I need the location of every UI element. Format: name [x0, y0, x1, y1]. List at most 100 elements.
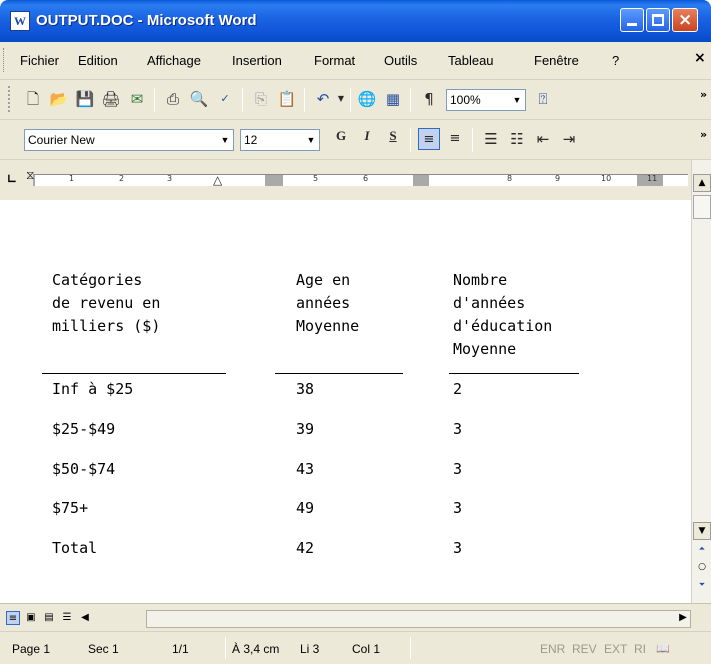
- window-title: OUTPUT.DOC - Microsoft Word: [36, 12, 257, 29]
- row-category: $75+: [52, 499, 89, 517]
- row-age: 42: [296, 539, 315, 557]
- menu-help[interactable]: ?: [612, 53, 619, 68]
- open-icon[interactable]: 📂: [48, 88, 70, 110]
- next-page-icon[interactable]: ⏷: [693, 577, 711, 595]
- print-icon[interactable]: ⎙: [162, 88, 184, 110]
- show-formatting-icon[interactable]: ¶: [418, 88, 440, 110]
- menu-tableau[interactable]: Tableau: [448, 53, 494, 68]
- header-education-line3: d'éducation: [453, 317, 553, 335]
- row-education: 3: [453, 499, 463, 517]
- header-underline: [449, 373, 579, 374]
- minimize-button[interactable]: [620, 8, 644, 32]
- view-scroll-row: ≡ ▣ ▤ ☰ ◀ ▶: [0, 603, 711, 631]
- maximize-icon: [652, 14, 664, 26]
- menu-fenetre[interactable]: Fenêtre: [534, 53, 579, 68]
- menu-format[interactable]: Format: [314, 53, 355, 68]
- standard-toolbar: 🗋 📂 💾 🖨 ✉ ⎙ 🔍 ✓ ⎘ 📋 ↶ ▼ 🌐 ▦ ¶ 100% ▼ ⍰ »: [0, 80, 711, 120]
- spelling-status-icon[interactable]: 📖: [656, 642, 670, 655]
- email-icon[interactable]: ✉: [126, 88, 148, 110]
- close-button[interactable]: ×: [672, 8, 698, 32]
- outline-view-icon[interactable]: ☰: [60, 611, 74, 625]
- web-layout-icon[interactable]: ▣: [24, 611, 38, 625]
- status-bar: Page 1 Sec 1 1/1 À 3,4 cm Li 3 Col 1 ENR…: [0, 631, 711, 664]
- save-icon[interactable]: 💾: [74, 88, 96, 110]
- ruler-number: 10: [601, 174, 612, 183]
- word-app-icon[interactable]: W: [10, 11, 30, 31]
- menu-insertion[interactable]: Insertion: [232, 53, 282, 68]
- previous-page-icon[interactable]: ⏶: [693, 541, 711, 559]
- toolbar-grip[interactable]: [8, 86, 11, 112]
- new-icon[interactable]: 🗋: [22, 88, 44, 110]
- menu-grip[interactable]: [3, 48, 6, 72]
- copy-icon[interactable]: ⎘: [250, 88, 272, 110]
- menu-bar: Fichier Edition Affichage Insertion Form…: [0, 42, 711, 80]
- document-page[interactable]: Catégories de revenu en milliers ($) Age…: [0, 200, 691, 603]
- toolbar-overflow-icon[interactable]: »: [700, 89, 707, 100]
- font-size-select[interactable]: 12 ▼: [240, 129, 320, 151]
- print-layout-icon[interactable]: ▤: [42, 611, 56, 625]
- header-income-line2: de revenu en: [52, 294, 161, 312]
- table-icon[interactable]: ▦: [382, 88, 404, 110]
- increase-indent-icon[interactable]: ⇥: [558, 128, 580, 150]
- menu-outils[interactable]: Outils: [384, 53, 417, 68]
- status-extend-selection[interactable]: EXT: [604, 642, 627, 656]
- decrease-indent-icon[interactable]: ⇤: [532, 128, 554, 150]
- chevron-down-icon[interactable]: ▼: [217, 130, 233, 150]
- scroll-left-icon[interactable]: ◀: [78, 611, 92, 625]
- normal-view-icon[interactable]: ≡: [6, 611, 20, 625]
- status-separator: [225, 637, 226, 659]
- scroll-right-icon[interactable]: ▶: [676, 611, 690, 625]
- zoom-select[interactable]: 100% ▼: [446, 89, 526, 111]
- chevron-down-icon[interactable]: ▼: [303, 130, 319, 150]
- document-close-icon[interactable]: ×: [694, 50, 706, 66]
- scroll-down-icon[interactable]: ▼: [693, 522, 711, 540]
- maximize-button[interactable]: [646, 8, 670, 32]
- numbered-list-icon[interactable]: ☰: [480, 128, 502, 150]
- print-preview-icon[interactable]: 🔍: [188, 88, 210, 110]
- header-income-line1: Catégories: [52, 271, 143, 289]
- select-browse-object-icon[interactable]: ○: [693, 559, 711, 577]
- header-underline: [42, 373, 226, 374]
- status-position: À 3,4 cm: [232, 642, 280, 656]
- scroll-thumb[interactable]: [693, 195, 711, 219]
- ruler-number: 9: [555, 174, 561, 183]
- italic-button[interactable]: I: [356, 128, 378, 150]
- menu-affichage[interactable]: Affichage: [147, 53, 201, 68]
- status-record-macro[interactable]: ENR: [540, 642, 565, 656]
- status-page-of: 1/1: [172, 642, 189, 656]
- align-center-icon[interactable]: ≡: [444, 128, 466, 150]
- align-left-icon[interactable]: ≡: [418, 128, 440, 150]
- hyperlink-icon[interactable]: 🌐: [356, 88, 378, 110]
- permission-icon[interactable]: 🖨: [100, 88, 122, 110]
- vertical-scrollbar[interactable]: ▲ ▼ ⏶ ○ ⏷: [691, 160, 711, 603]
- ruler-number: 2: [119, 174, 125, 183]
- bold-button[interactable]: G: [330, 128, 352, 150]
- header-income-line3: milliers ($): [52, 317, 161, 335]
- status-track-changes[interactable]: REV: [572, 642, 597, 656]
- tab-stop-icon[interactable]: △: [213, 173, 222, 187]
- scroll-up-icon[interactable]: ▲: [693, 174, 711, 192]
- row-category: Inf à $25: [52, 380, 134, 398]
- ruler-area: ∟ ⧖ △ 1 2 3 5 6 8 9 10 11: [0, 160, 691, 200]
- horizontal-ruler[interactable]: ⧖ △ 1 2 3 5 6 8 9 10 11: [26, 168, 688, 187]
- underline-button[interactable]: S: [382, 128, 404, 150]
- status-column: Col 1: [352, 642, 381, 656]
- tab-selector-icon[interactable]: ∟: [7, 172, 21, 186]
- paste-icon[interactable]: 📋: [276, 88, 298, 110]
- toolbar-overflow-icon[interactable]: »: [700, 129, 707, 140]
- undo-dropdown-icon[interactable]: ▼: [330, 88, 352, 110]
- spelling-icon[interactable]: ✓: [214, 88, 236, 110]
- horizontal-scrollbar[interactable]: [146, 610, 691, 628]
- bulleted-list-icon[interactable]: ☷: [506, 128, 528, 150]
- chevron-down-icon[interactable]: ▼: [509, 90, 525, 110]
- menu-fichier[interactable]: Fichier: [20, 53, 59, 68]
- header-underline: [275, 373, 403, 374]
- status-overtype[interactable]: RI: [634, 642, 646, 656]
- ruler-column-gap: [265, 175, 283, 186]
- indent-marker-icon[interactable]: ⧖: [26, 168, 34, 183]
- row-age: 39: [296, 420, 315, 438]
- help-icon[interactable]: ⍰: [532, 88, 554, 110]
- row-age: 49: [296, 499, 315, 517]
- font-select[interactable]: Courier New ▼: [24, 129, 234, 151]
- menu-edition[interactable]: Edition: [78, 53, 118, 68]
